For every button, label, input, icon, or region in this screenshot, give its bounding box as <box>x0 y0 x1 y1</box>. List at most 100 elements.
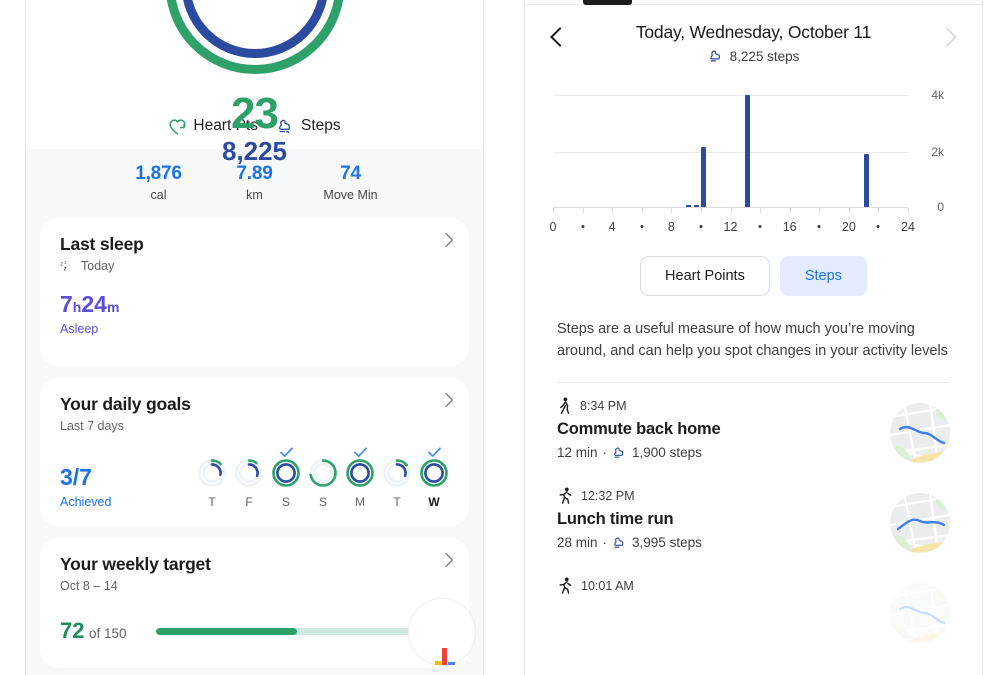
x-tick-dot <box>817 225 821 228</box>
day-goal-4[interactable]: M <box>345 447 375 509</box>
activity-list: 8:34 PM Commute back home 12 min · 1,900 ste… <box>557 383 950 653</box>
x-tick-mark <box>641 208 643 213</box>
stat-calories-value: 1,876 <box>135 163 182 184</box>
y-tick-label: 4k <box>931 88 944 103</box>
activity-rings-container[interactable]: 23 8,225 <box>26 0 483 164</box>
activity-item[interactable]: 12:32 PM Lunch time run 28 min · 3,995 steps <box>557 473 950 563</box>
activity-time-row: 12:32 PM <box>557 487 890 505</box>
daily-goals-achieved-label: Achieved <box>60 495 112 509</box>
tab-steps[interactable]: Steps <box>779 256 867 296</box>
daily-goals-body: 3/7 Achieved T F S S M T W <box>60 447 449 509</box>
activity-map-thumbnail[interactable] <box>890 583 950 644</box>
checkmark-icon <box>382 447 412 458</box>
chart-bar[interactable] <box>700 147 706 208</box>
activity-separator: · <box>602 445 608 461</box>
day-goal-5[interactable]: T <box>382 447 412 509</box>
weekly-target-progress-wrap <box>156 599 475 665</box>
daily-goals-day-rings: TFSSMTW <box>197 447 449 509</box>
activity-name: Lunch time run <box>557 510 674 529</box>
steps-bar-chart[interactable]: 0 4 8 12 16 20 24 0 2k 4k <box>549 84 944 234</box>
day-label: S <box>318 495 327 509</box>
day-label: M <box>355 495 365 509</box>
stat-distance-value: 7.89 <box>236 163 273 184</box>
chart-bar[interactable] <box>863 154 869 208</box>
last-sleep-minutes-unit: m <box>106 299 120 315</box>
weekly-target-value-row: 72 of 150 <box>60 618 126 644</box>
checkmark-icon <box>197 447 227 458</box>
chart-bar[interactable] <box>745 95 751 208</box>
x-tick-label: 4 <box>608 220 616 234</box>
ring-values: 23 8,225 <box>26 89 483 166</box>
activity-main: 8:34 PM Commute back home 12 min · 1,900 ste… <box>557 397 890 460</box>
activity-map-thumbnail[interactable] <box>890 403 950 464</box>
activity-map-thumbnail[interactable] <box>890 493 950 554</box>
card-daily-goals[interactable]: Your daily goals Last 7 days 3/7 Achieve… <box>40 378 469 526</box>
stat-distance[interactable]: 7.89 km <box>207 163 303 202</box>
weekly-target-title: Your weekly target <box>60 554 211 574</box>
y-tick-label: 0 <box>937 200 944 214</box>
x-tick-label: 20 <box>841 220 856 234</box>
card-last-sleep[interactable]: Last sleep z z z Today 7h24m Asleep <box>40 218 469 366</box>
metric-description: Steps are a useful measure of how much y… <box>557 321 948 360</box>
heart-points-value: 23 <box>231 89 279 138</box>
activity-time-row: 10:01 AM <box>557 577 890 595</box>
activity-separator: · <box>602 535 608 551</box>
day-label: F <box>245 495 253 509</box>
stat-move-min-value: 74 <box>340 163 361 184</box>
weekly-target-of: of 150 <box>88 626 127 641</box>
day-goal-0[interactable]: T <box>197 447 227 509</box>
x-tick-mark <box>730 208 732 213</box>
stat-distance-label: km <box>246 188 263 202</box>
running-icon <box>557 577 573 595</box>
checkmark-icon <box>271 447 301 458</box>
x-tick-mark <box>819 208 821 213</box>
detail-sheet: Today, Wednesday, October 11 8,225 steps… <box>524 0 983 675</box>
daily-goals-subtitle: Last 7 days <box>60 419 124 433</box>
steps-value: 8,225 <box>221 136 288 166</box>
activity-meta: 12 min · 1,900 steps <box>557 445 890 460</box>
activity-meta: 28 min · 3,995 steps <box>557 535 890 550</box>
x-tick-label: 12 <box>723 220 738 234</box>
day-title: Today, Wednesday, October 11 <box>635 22 872 42</box>
day-goal-2[interactable]: S <box>271 447 301 509</box>
shoe-icon <box>612 536 627 550</box>
x-tick-mark <box>908 208 909 213</box>
weekly-target-progress-track <box>156 627 449 635</box>
day-goal-6[interactable]: W <box>419 447 449 509</box>
last-sleep-title: Last sleep <box>60 234 144 254</box>
stat-move-min-label: Move Min <box>323 188 378 202</box>
stat-move-min[interactable]: 74 Move Min <box>303 163 399 202</box>
activity-item[interactable]: 10:01 AM <box>557 563 950 653</box>
weekly-target-body: 72 of 150 <box>60 599 475 665</box>
activity-time: 12:32 PM <box>581 489 635 504</box>
day-ring-svg <box>309 459 337 487</box>
weekly-target-badge[interactable] <box>409 599 475 665</box>
x-tick-mark <box>789 208 791 213</box>
activity-item[interactable]: 8:34 PM Commute back home 12 min · 1,900 ste… <box>557 383 950 473</box>
day-label: W <box>428 495 440 509</box>
activity-duration: 28 min <box>557 535 598 551</box>
last-sleep-hours: 7 <box>60 291 73 317</box>
activity-steps: 1,900 steps <box>632 445 702 461</box>
x-tick-label: 8 <box>667 220 675 234</box>
day-label: S <box>281 495 290 509</box>
activity-time-row: 8:34 PM <box>557 397 890 415</box>
x-tick-mark <box>848 208 850 213</box>
bar-chart-icon <box>435 648 455 665</box>
day-goal-1[interactable]: F <box>234 447 264 509</box>
stat-calories[interactable]: 1,876 cal <box>111 163 207 202</box>
day-goal-3[interactable]: S <box>308 447 338 509</box>
x-tick-mark <box>553 208 554 213</box>
x-tick-label: 0 <box>549 220 557 234</box>
x-tick-mark <box>612 208 614 213</box>
app-root: 23 8,225 Heart Pts Steps 1,876 cal 7.89 … <box>0 0 1006 675</box>
weekly-target-subtitle: Oct 8 – 14 <box>60 579 118 593</box>
activity-name: Commute back home <box>557 420 721 439</box>
activity-main: 10:01 AM <box>557 577 890 595</box>
steps-ring <box>181 0 328 58</box>
tab-heart-points[interactable]: Heart Points <box>640 256 770 296</box>
x-tick-dot <box>699 225 703 228</box>
card-weekly-target[interactable]: Your weekly target Oct 8 – 14 72 of 150 <box>40 538 475 668</box>
summary-header: 23 8,225 Heart Pts Steps <box>26 0 483 164</box>
daily-goals-title: Your daily goals <box>60 394 191 414</box>
